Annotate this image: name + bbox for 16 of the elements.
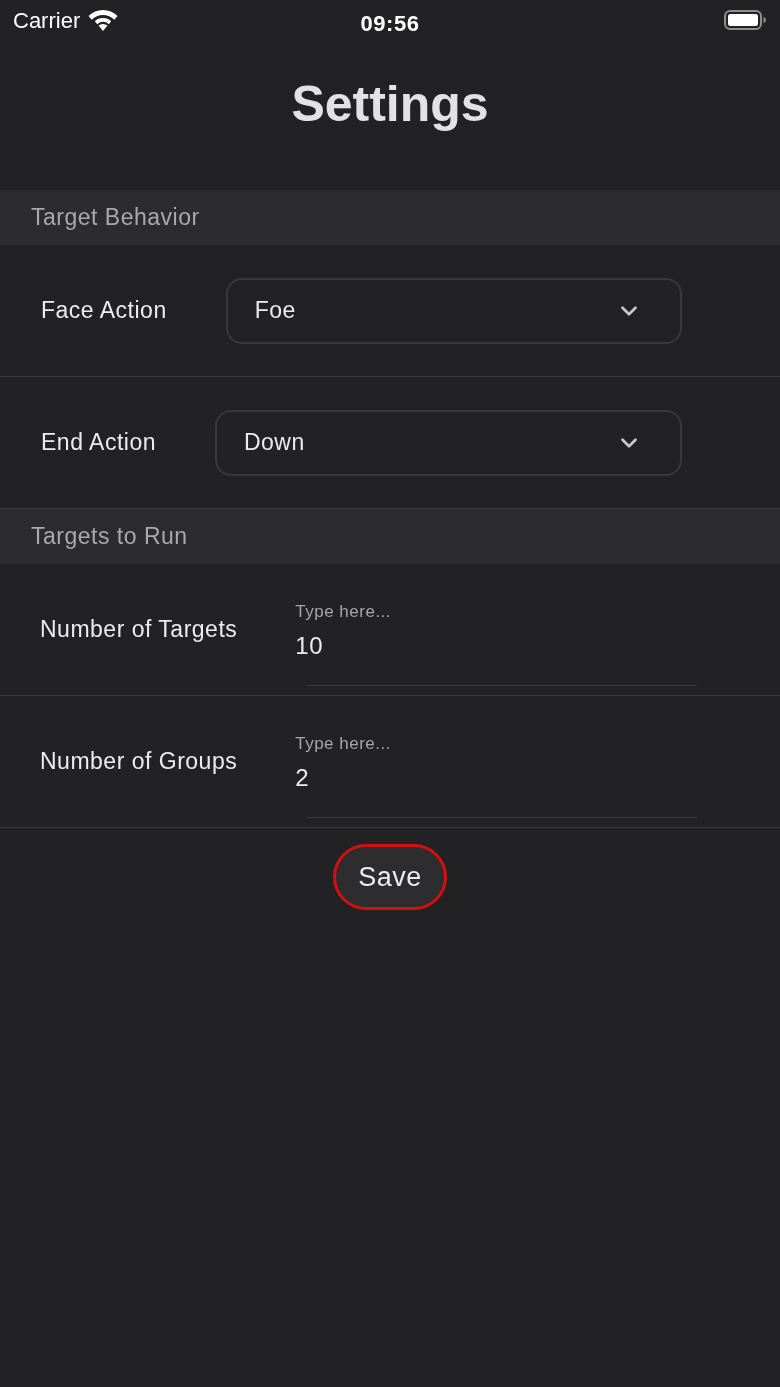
dropdown[interactable]: Down xyxy=(214,409,682,476)
setting-label: Number of Targets xyxy=(40,615,238,645)
carrier-label: Carrier xyxy=(13,6,81,35)
input-field[interactable]: Type here... 2 xyxy=(295,733,697,818)
section-header: Target Behavior xyxy=(0,190,780,245)
status-time: 09:56 xyxy=(360,10,420,38)
dropdown[interactable]: Foe xyxy=(225,277,682,344)
page-title: Settings xyxy=(291,74,489,134)
setting-label: Number of Groups xyxy=(40,747,238,777)
setting-label: Face Action xyxy=(41,296,167,326)
setting-label: End Action xyxy=(41,428,156,458)
wifi-icon xyxy=(88,9,119,31)
save-button[interactable]: Save xyxy=(333,844,447,910)
input-field[interactable]: Type here... 10 xyxy=(295,601,697,686)
battery-icon xyxy=(724,10,766,30)
section-header: Targets to Run xyxy=(0,509,780,564)
